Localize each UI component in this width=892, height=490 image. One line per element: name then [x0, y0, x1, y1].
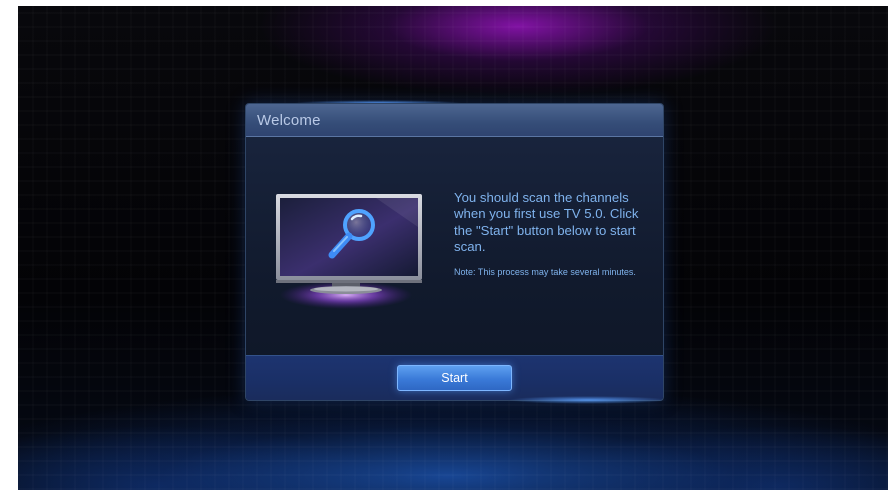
start-button[interactable]: Start	[397, 365, 512, 391]
welcome-dialog: Welcome You should scan the channels whe…	[245, 103, 664, 401]
scan-instructions: You should scan the channels when you fi…	[454, 190, 654, 278]
tv-with-magnifier-icon	[276, 194, 422, 309]
dialog-footer: Start	[246, 355, 663, 400]
scan-message: You should scan the channels when you fi…	[454, 190, 639, 255]
dialog-title-bar: Welcome	[246, 104, 663, 137]
dialog-title: Welcome	[257, 111, 321, 129]
dialog-content: You should scan the channels when you fi…	[246, 137, 663, 354]
scan-note: Note: This process may take several minu…	[454, 266, 636, 277]
app-background: Welcome You should scan the channels whe…	[18, 6, 888, 490]
dialog-bottom-glow	[508, 396, 668, 404]
